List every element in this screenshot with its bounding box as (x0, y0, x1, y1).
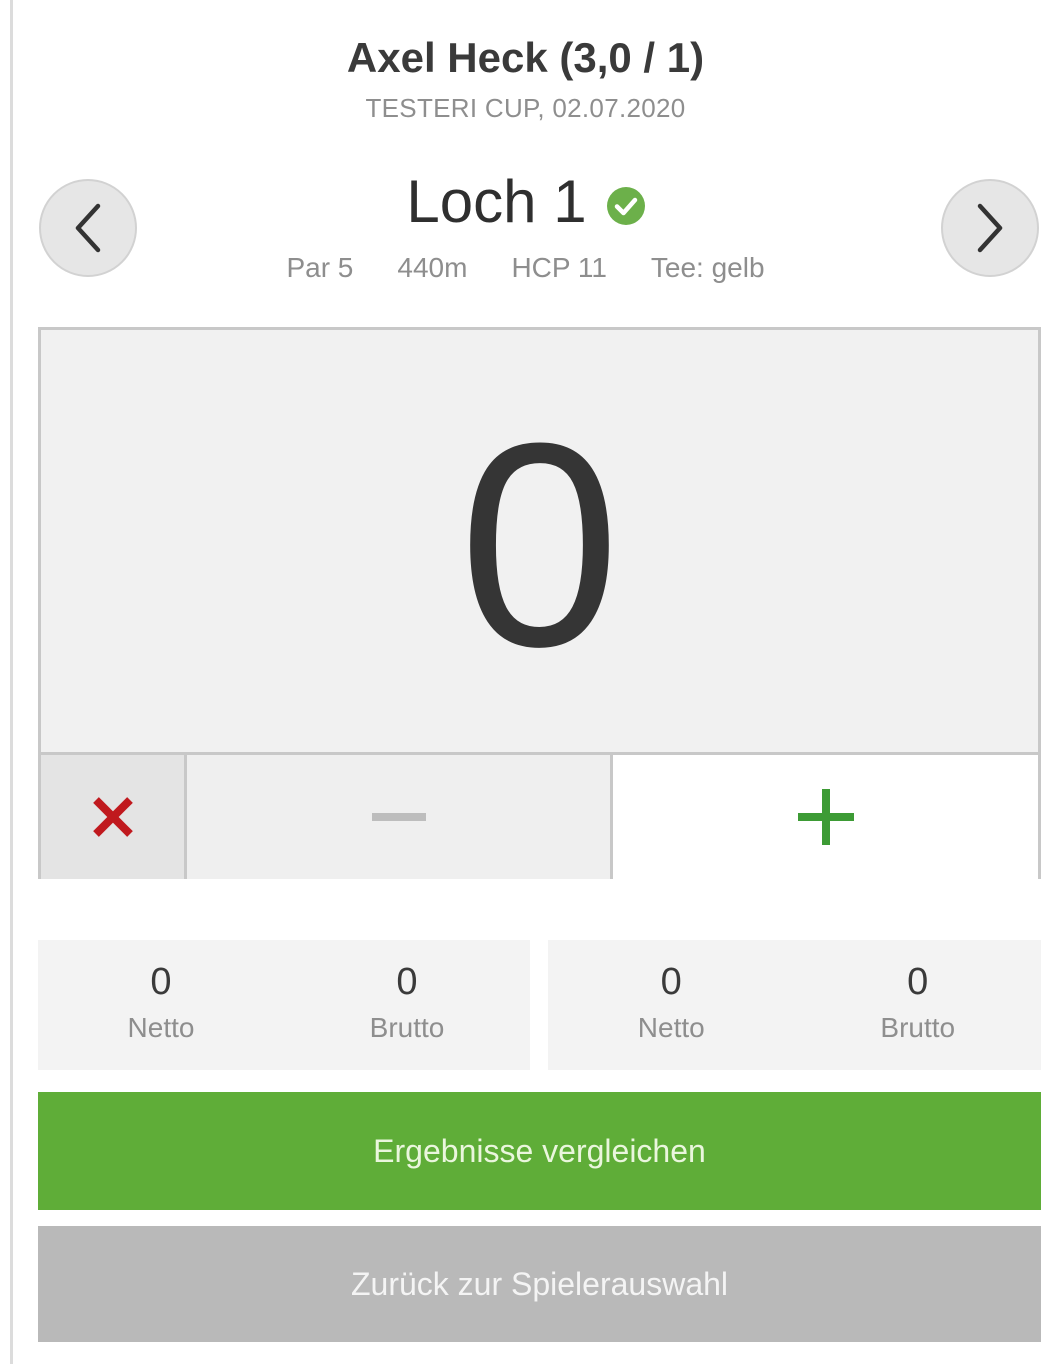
hole-details: Par 5 440m HCP 11 Tee: gelb (0, 250, 1051, 286)
score-value: 0 (458, 383, 621, 707)
hole-hcp: HCP 11 (511, 252, 607, 283)
stat-value: 0 (150, 961, 172, 1003)
stat-value: 0 (660, 961, 682, 1003)
clear-score-button[interactable] (41, 755, 187, 879)
score-controls (41, 752, 1038, 879)
hole-title: Loch 1 (406, 168, 587, 235)
hole-distance: 440m (397, 252, 468, 283)
stat-value: 0 (907, 961, 929, 1003)
plus-icon (797, 789, 854, 845)
compare-results-button[interactable]: Ergebnisse vergleichen (38, 1092, 1041, 1210)
stat-netto: 0 Netto (548, 940, 795, 1070)
stat-value: 0 (396, 961, 418, 1003)
score-summary-left: 0 Netto 0 Brutto (38, 940, 530, 1070)
tournament-info: TESTERI CUP, 02.07.2020 (365, 93, 686, 123)
player-header: Axel Heck (3,0 / 1) TESTERI CUP, 02.07.2… (0, 28, 1051, 126)
decrease-score-button[interactable] (187, 755, 613, 879)
check-circle-icon (606, 187, 645, 225)
score-panel: 0 (38, 327, 1041, 879)
hole-tee: Tee: gelb (650, 252, 765, 283)
stat-brutto: 0 Brutto (284, 940, 530, 1070)
close-icon (92, 797, 133, 837)
stat-label: Netto (637, 1012, 705, 1043)
score-summary-right: 0 Netto 0 Brutto (548, 940, 1041, 1070)
stat-label: Brutto (880, 1012, 956, 1043)
player-title: Axel Heck (3,0 / 1) (346, 34, 705, 81)
hole-par: Par 5 (286, 252, 354, 283)
stat-label: Brutto (369, 1012, 445, 1043)
stat-netto: 0 Netto (38, 940, 284, 1070)
increase-score-button[interactable] (613, 755, 1038, 879)
stat-brutto: 0 Brutto (795, 940, 1042, 1070)
minus-icon (371, 813, 426, 821)
hole-title-row: Loch 1 (0, 168, 1051, 236)
stat-label: Netto (127, 1012, 195, 1043)
back-to-player-selection-button[interactable]: Zurück zur Spielerauswahl (38, 1226, 1041, 1342)
